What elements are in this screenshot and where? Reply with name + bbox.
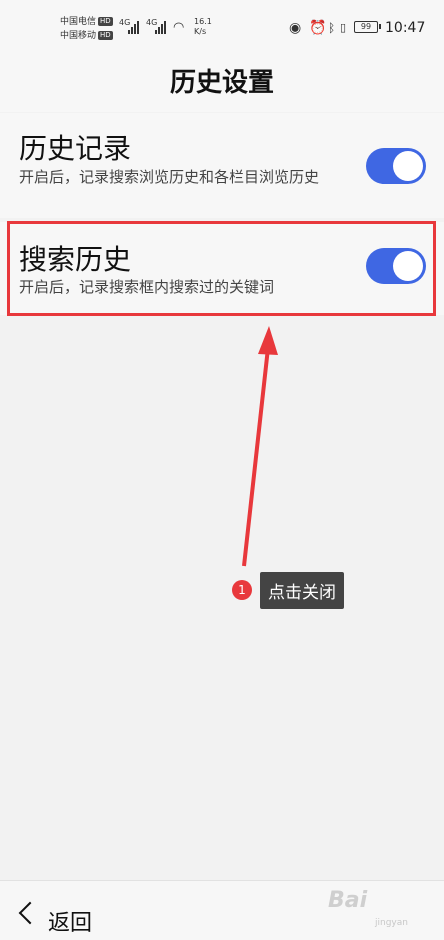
chevron-left-icon (18, 901, 42, 925)
annotation-arrow (242, 326, 278, 567)
annotation-label: 点击关闭 (260, 572, 344, 609)
back-label: 返回 (48, 911, 93, 936)
baidu-watermark-logo: Bai (328, 888, 368, 913)
back-button[interactable]: 返回 (0, 881, 120, 940)
annotation-step-badge: 1 (232, 580, 252, 600)
bottom-bar: 返回 (0, 880, 444, 940)
baidu-watermark-sub: jingyan (375, 918, 408, 928)
